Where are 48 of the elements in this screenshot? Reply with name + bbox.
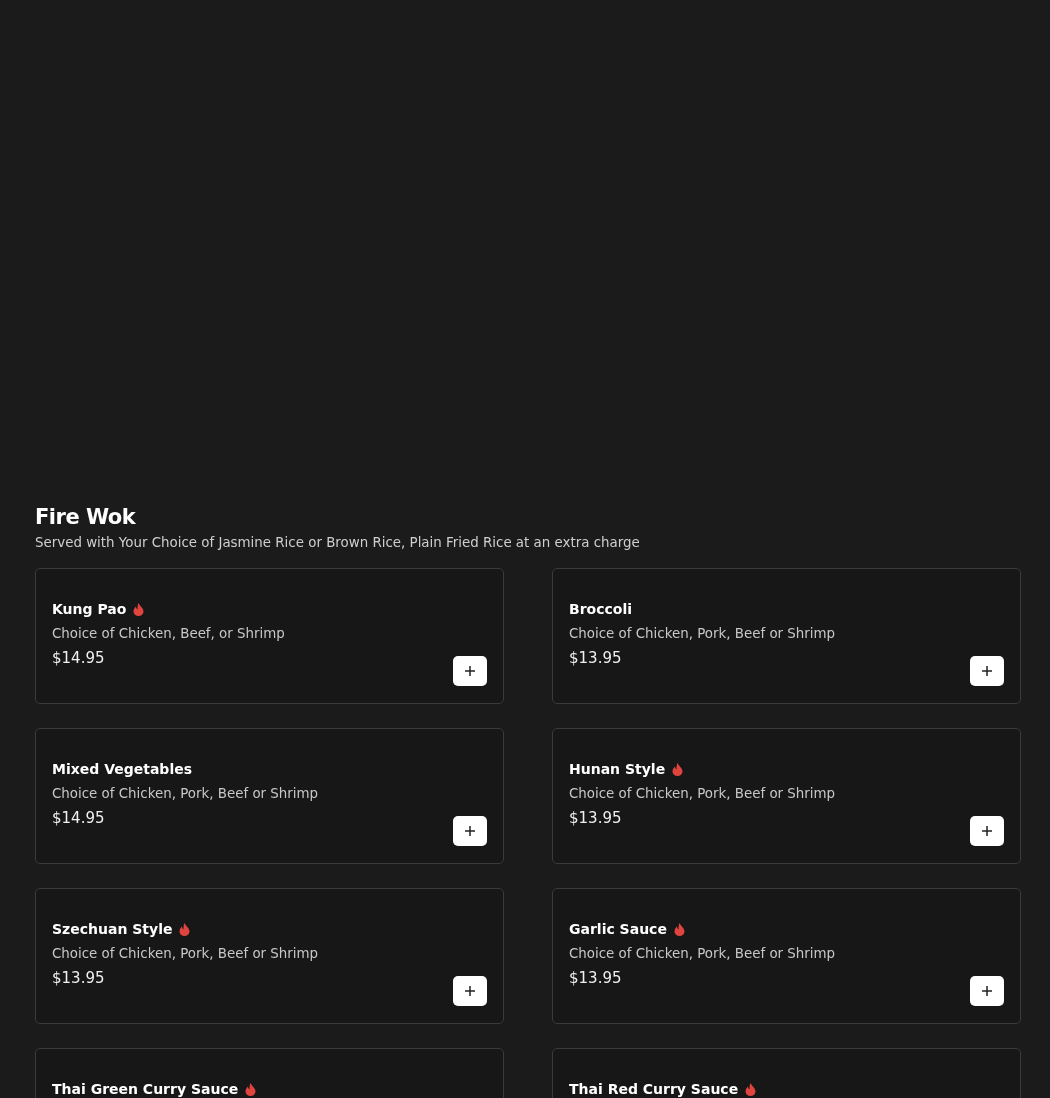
menu-item-card[interactable]: Szechuan Style Choice of Chicken, Pork, Beef or Shrimp $13.95 <box>35 888 504 1024</box>
plus-icon <box>982 666 992 676</box>
item-description: Choice of Chicken, Pork, Beef or Shrimp <box>569 626 836 641</box>
item-name: Hunan Style <box>569 761 666 777</box>
item-name: Thai Green Curry Sauce <box>52 1081 239 1097</box>
item-name: Kung Pao <box>52 601 127 617</box>
menu-item-card[interactable]: Mixed Vegetables Choice of Chicken, Pork, Beef or Shrimp $14.95 <box>35 728 504 864</box>
flame-icon <box>672 762 684 776</box>
plus-icon <box>982 986 992 996</box>
item-description: Choice of Chicken, Beef, or Shrimp <box>52 626 285 641</box>
item-description: Choice of Chicken, Pork, Beef or Shrimp <box>52 946 319 961</box>
flame-icon <box>179 922 191 936</box>
item-name: Broccoli <box>569 601 632 617</box>
item-description: Choice of Chicken, Pork, Beef or Shrimp <box>52 786 319 801</box>
item-price: $14.95 <box>52 649 105 667</box>
plus-icon <box>465 666 475 676</box>
item-name: Thai Red Curry Sauce <box>569 1081 739 1097</box>
section-title: Fire Wok <box>35 505 136 529</box>
item-price: $14.95 <box>52 809 105 827</box>
flame-icon <box>245 1082 257 1096</box>
menu-item-card[interactable]: Broccoli Choice of Chicken, Pork, Beef or Shrimp $13.95 <box>552 568 1021 704</box>
plus-icon <box>465 826 475 836</box>
item-price: $13.95 <box>52 969 105 987</box>
plus-icon <box>465 986 475 996</box>
item-price: $13.95 <box>569 649 622 667</box>
item-name: Szechuan Style <box>52 921 173 937</box>
plus-icon <box>982 826 992 836</box>
item-price: $13.95 <box>569 969 622 987</box>
item-name: Garlic Sauce <box>569 921 667 937</box>
add-button[interactable] <box>453 976 487 1006</box>
item-description: Choice of Chicken, Pork, Beef or Shrimp <box>569 786 836 801</box>
add-button[interactable] <box>453 816 487 846</box>
menu-item-card[interactable]: Thai Green Curry Sauce <box>35 1048 504 1098</box>
add-button[interactable] <box>970 976 1004 1006</box>
flame-icon <box>133 602 145 616</box>
add-button[interactable] <box>970 816 1004 846</box>
flame-icon <box>745 1082 757 1096</box>
section-subtitle: Served with Your Choice of Jasmine Rice or Brown Rice, Plain Fried Rice at an extra charge <box>35 535 640 550</box>
add-button[interactable] <box>453 656 487 686</box>
item-name: Mixed Vegetables <box>52 761 193 777</box>
menu-item-card[interactable]: Thai Red Curry Sauce <box>552 1048 1021 1098</box>
menu-item-card[interactable]: Garlic Sauce Choice of Chicken, Pork, Beef or Shrimp $13.95 <box>552 888 1021 1024</box>
add-button[interactable] <box>970 656 1004 686</box>
menu-item-card[interactable]: Kung Pao Choice of Chicken, Beef, or Shrimp $14.95 <box>35 568 504 704</box>
item-price: $13.95 <box>569 809 622 827</box>
flame-icon <box>673 922 685 936</box>
item-description: Choice of Chicken, Pork, Beef or Shrimp <box>569 946 836 961</box>
menu-item-card[interactable]: Hunan Style Choice of Chicken, Pork, Beef or Shrimp $13.95 <box>552 728 1021 864</box>
